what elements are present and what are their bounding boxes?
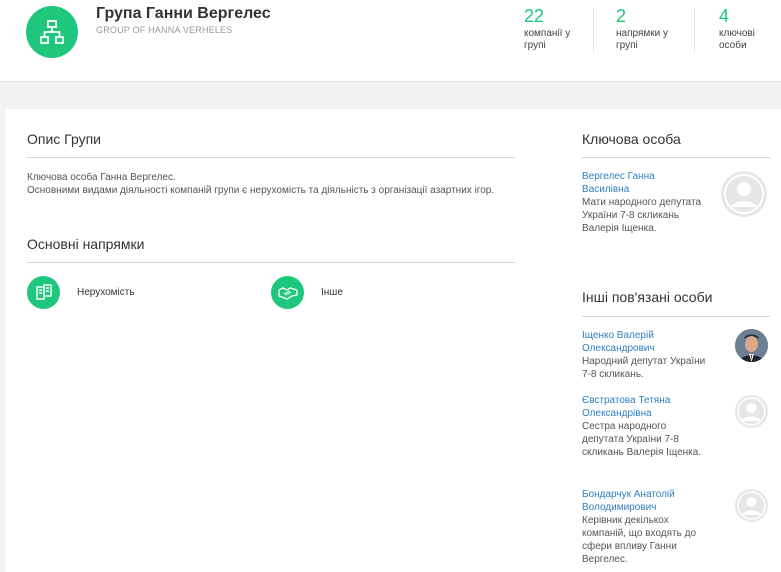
stat-value: 2 bbox=[616, 6, 627, 26]
person-description: Сестра народного депутата України 7-8 ск… bbox=[582, 421, 702, 458]
avatar-placeholder-icon[interactable] bbox=[735, 489, 768, 522]
avatar-placeholder-icon[interactable] bbox=[721, 171, 767, 217]
person-description: Народний депутат України 7-8 скликань. bbox=[582, 356, 706, 380]
person-name-link[interactable]: Бондарчук Анатолій Володимирович bbox=[582, 488, 702, 514]
stat-key-persons[interactable]: 4 ключові особи bbox=[719, 6, 755, 52]
group-structure-icon bbox=[26, 6, 78, 58]
page-title: Група Ганни Вергелес bbox=[96, 5, 271, 22]
avatar-placeholder-icon[interactable] bbox=[735, 395, 768, 428]
handshake-icon bbox=[271, 276, 304, 309]
direction-other[interactable]: Інше bbox=[271, 276, 343, 309]
group-details-card: Опис Групи Ключова особа Ганна Вергелес.… bbox=[5, 109, 781, 572]
direction-real-estate[interactable]: Нерухомість bbox=[27, 276, 135, 309]
stat-directions[interactable]: 2 напрямки у групі bbox=[616, 6, 668, 52]
person-name-link[interactable]: Євстратова Тетяна Олександрівна bbox=[582, 394, 702, 420]
person-description: Мати народного депутата України 7-8 скли… bbox=[582, 197, 702, 234]
directions-title: Основні напрямки bbox=[27, 236, 145, 252]
divider bbox=[582, 316, 770, 317]
direction-label: Нерухомість bbox=[77, 287, 135, 298]
person-name-link[interactable]: Вергелес Ганна Василівна bbox=[582, 170, 702, 196]
group-description: Ключова особа Ганна Вергелес. Основними … bbox=[27, 172, 495, 196]
real-estate-icon bbox=[27, 276, 60, 309]
group-header: Група Ганни Вергелес GROUP OF HANNA VERH… bbox=[0, 0, 781, 82]
description-title: Опис Групи bbox=[27, 131, 102, 147]
stat-label: компанії у групі bbox=[524, 28, 571, 51]
divider bbox=[27, 262, 515, 263]
divider bbox=[582, 157, 770, 158]
stat-label: напрямки у групі bbox=[616, 28, 668, 51]
person-photo[interactable] bbox=[735, 329, 768, 362]
stat-divider bbox=[593, 8, 594, 52]
person-name-link[interactable]: Іщенко Валерій Олександрович bbox=[582, 329, 702, 355]
stat-divider bbox=[694, 8, 695, 52]
stat-companies[interactable]: 22 компанії у групі bbox=[524, 6, 570, 52]
related-persons-title: Інші пов'язані особи bbox=[582, 289, 713, 305]
direction-label: Інше bbox=[321, 287, 343, 298]
page-subtitle: GROUP OF HANNA VERHELES bbox=[96, 25, 233, 35]
divider bbox=[27, 157, 515, 158]
stat-value: 4 bbox=[719, 6, 730, 26]
key-person-title: Ключова особа bbox=[582, 131, 681, 147]
stat-label: ключові особи bbox=[719, 28, 755, 51]
stat-value: 22 bbox=[524, 6, 545, 26]
person-description: Керівник декількох компаній, що входять … bbox=[582, 515, 696, 565]
